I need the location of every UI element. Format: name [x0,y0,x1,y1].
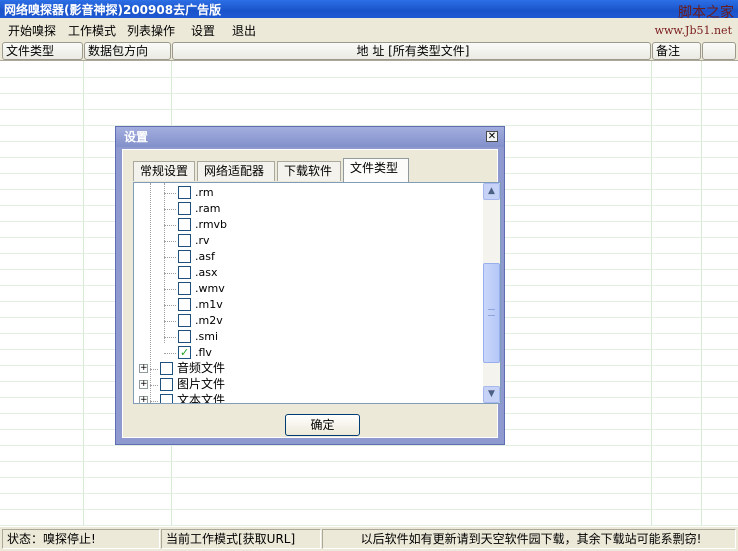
checkbox[interactable] [178,314,191,327]
grid-line [0,109,738,110]
status-message: 以后软件如有更新请到天空软件园下载，其余下载站可能系剽窃! [322,529,736,549]
menu-settings[interactable]: 设置 [191,22,215,39]
tree-connector [164,225,176,226]
tree-item-label: .m1v [195,298,223,311]
checkbox[interactable] [178,330,191,343]
status-state: 状态：嗅探停止! [2,529,160,549]
tree-connector [164,321,176,322]
menu-bar: 开始嗅探 工作模式 列表操作 设置 退出 www.Jb51.net [0,18,738,42]
checkbox[interactable] [160,378,173,391]
expand-icon[interactable]: + [139,396,148,403]
tree-connector [150,369,158,370]
close-icon[interactable]: ✕ [486,131,498,142]
column-file-type[interactable]: 文件类型 [2,42,83,60]
tree-item-label: 音频文件 [177,361,226,375]
column-extra[interactable] [702,42,736,60]
checkbox[interactable] [178,282,191,295]
checkbox[interactable] [160,362,173,375]
grid-line [0,445,738,446]
tab-network-adapter[interactable]: 网络适配器 [197,161,275,181]
tree-connector [164,241,176,242]
status-mode: 当前工作模式[获取URL] [161,529,321,549]
settings-dialog: 设置 ✕ 常规设置 网络适配器 下载软件 文件类型 .rm .ram .rmvb .r… [115,126,505,445]
watermark-url: www.Jb51.net [654,24,732,37]
menu-exit[interactable]: 退出 [232,22,256,39]
tree-item-label: .flv [195,346,212,359]
tree-connector [164,305,176,306]
checkbox[interactable] [178,218,191,231]
tree-item-label: .asf [195,250,215,263]
tab-general[interactable]: 常规设置 [133,161,195,181]
grid-line [651,61,652,526]
checkbox[interactable] [178,234,191,247]
checkbox[interactable] [178,345,191,360]
checkbox[interactable] [178,298,191,311]
tree-item-label: .ram [195,202,221,215]
checkbox[interactable] [178,202,191,215]
tree-connector [164,273,176,274]
expand-icon[interactable]: + [139,380,148,389]
tree-item-label: 文本文件 [177,393,226,404]
tree-connector [164,353,176,354]
grid-line [0,509,738,510]
tree-connector [150,183,151,403]
tree-item-label: .rv [195,234,210,247]
grid-line [701,61,702,526]
tree-item-label: .asx [195,266,218,279]
tree-item-label: 图片文件 [177,377,226,391]
tree-item-label: .wmv [195,282,225,295]
column-address[interactable]: 地 址 [所有类型文件] [172,42,651,60]
tree-connector [164,183,165,343]
ok-button[interactable]: 确定 [285,414,360,436]
grid-line [0,77,738,78]
tab-file-types[interactable]: 文件类型 [343,158,409,182]
checkbox[interactable] [178,250,191,263]
tree-item-label: .rm [195,186,214,199]
expand-icon[interactable]: + [139,364,148,373]
checkbox[interactable] [178,186,191,199]
tree-item-label: .rmvb [195,218,228,231]
tree-connector [164,257,176,258]
checkbox[interactable] [178,266,191,279]
title-bar: 网络嗅探器(影音神探)200908去广告版 脚本之家 [0,0,738,21]
tree-scrollbar[interactable]: ▲ ▼ [483,183,500,403]
scroll-down-icon[interactable]: ▼ [483,386,500,403]
tree-connector [150,385,158,386]
menu-start-sniff[interactable]: 开始嗅探 [8,22,56,39]
tree-connector [164,337,176,338]
tree-connector [150,401,158,402]
scroll-up-icon[interactable]: ▲ [483,183,500,200]
menu-list-ops[interactable]: 列表操作 [127,22,175,39]
tree-item-label: .m2v [195,314,223,327]
file-type-tree[interactable]: .rm .ram .rmvb .rv .asf .asx .wmv .m1v .m2v .smi.… [133,182,501,404]
grid-line [0,461,738,462]
grid-line [0,493,738,494]
menu-work-mode[interactable]: 工作模式 [68,22,116,39]
grid-line [0,93,738,94]
checkbox[interactable] [160,394,173,403]
dialog-title: 设置 [116,127,504,147]
grid-line [83,61,84,526]
dialog-body: 常规设置 网络适配器 下载软件 文件类型 .rm .ram .rmvb .rv .asf… [122,149,501,438]
tab-download-software[interactable]: 下载软件 [277,161,341,181]
tree-item-label: .smi [195,330,218,343]
window-title: 网络嗅探器(影音神探)200908去广告版 [4,3,222,17]
column-note[interactable]: 备注 [652,42,701,60]
tree-connector [164,193,176,194]
scroll-thumb[interactable] [483,263,500,363]
tree-connector [164,289,176,290]
grid-line [0,477,738,478]
list-header: 文件类型 数据包方向 地 址 [所有类型文件] 备注 [0,42,738,61]
column-direction[interactable]: 数据包方向 [84,42,171,60]
tree-connector [164,209,176,210]
status-bar: 状态：嗅探停止! 当前工作模式[获取URL] 以后软件如有更新请到天空软件园下载… [0,526,738,551]
